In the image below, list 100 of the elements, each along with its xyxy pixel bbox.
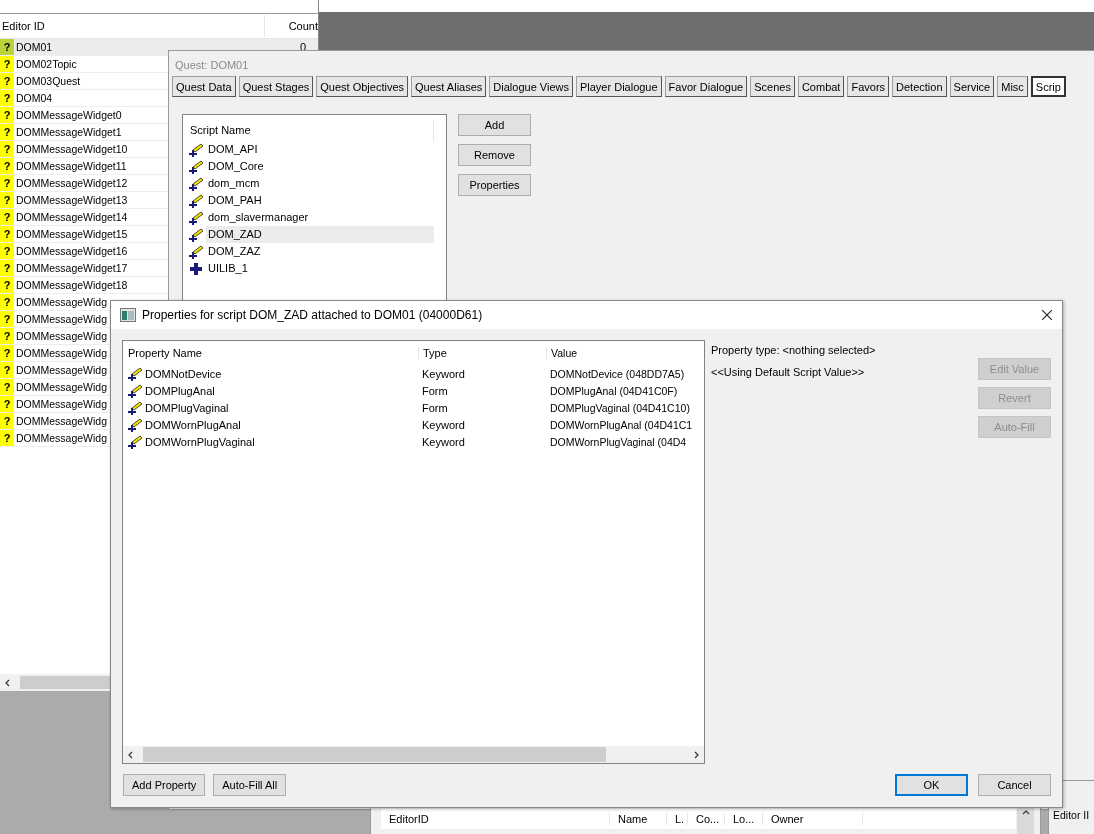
column-header[interactable]: Name [610,813,667,825]
button[interactable]: Remove [458,144,531,166]
property-name[interactable]: DOMPlugAnal [145,384,215,397]
column-header[interactable]: L. [667,813,688,825]
editor-id: DOM04 [16,92,53,104]
status-badge: ? [0,294,14,310]
script-name[interactable]: DOM_ZAD [206,226,434,243]
button[interactable]: Auto-Fill All [213,774,287,796]
column-header[interactable]: EditorID [381,813,610,825]
editor-id: DOMMessageWidg [16,398,108,410]
window-title: Quest: DOM01 [174,58,250,73]
editor-id: DOMMessageWidget15 [16,228,128,240]
editor-id: DOMMessageWidget0 [16,109,122,121]
editor-id: DOM03Quest [16,75,81,87]
column-header[interactable]: Owner [763,813,863,825]
column-header[interactable]: Count [264,20,318,32]
column-header[interactable]: Property Name [128,347,419,359]
property-name[interactable]: DOMWornPlugAnal [145,418,241,431]
close-icon[interactable] [1042,310,1052,320]
window-icon [120,308,136,322]
status-badge: ? [0,73,14,89]
status-badge: ? [0,362,14,378]
property-name[interactable]: DOMWornPlugVaginal [145,435,255,448]
property-value: DOMWornPlugVaginal (04D4 [549,435,688,448]
status-badge: ? [0,226,14,242]
tab[interactable]: Quest Data [172,76,236,97]
editor-id: DOMMessageWidget12 [16,177,128,189]
editor-id: DOMMessageWidget10 [16,143,128,155]
column-header[interactable]: Co... [688,813,725,825]
editor-id: DOMMessageWidg [16,364,108,376]
editor-id: DOMMessageWidg [16,330,108,342]
status-badge: ? [0,141,14,157]
editor-id: DOMMessageWidget1 [16,126,122,138]
button[interactable]: Add Property [123,774,206,796]
plus-icon [189,261,203,276]
status-badge: ? [0,396,14,412]
editor-id: DOMMessageWidget11 [16,160,127,172]
tab[interactable]: Quest Objectives [316,76,409,97]
status-badge: ? [0,430,14,446]
property-type-label: Property type: <nothing selected> [711,343,877,358]
pencil-plus-icon [189,244,203,259]
editor-id: DOMMessageWidg [16,347,108,359]
horizontal-scrollbar[interactable] [123,746,704,763]
editor-id: DOM02Topic [16,58,77,70]
status-badge: ? [0,158,14,174]
pencil-plus-icon [128,366,142,381]
status-badge: ? [0,107,14,123]
tab[interactable]: Quest Stages [238,76,314,97]
editor-id: DOMMessageWidg [16,313,108,325]
editor-id: DOMMessageWidg [16,381,108,393]
status-badge: ? [0,209,14,225]
cancel-button[interactable]: Cancel [978,774,1051,796]
property-type: Form [421,384,449,397]
editor-id: DOMMessageWidg [16,415,108,427]
status-badge: ? [0,90,14,106]
column-header[interactable]: Lo... [725,813,763,825]
tab[interactable]: Player Dialogue [575,76,662,97]
tab[interactable]: Favors [847,76,890,97]
property-value: DOMPlugAnal (04D41C0F) [549,384,679,397]
editor-id: DOMMessageWidg [16,296,108,308]
pencil-plus-icon [189,176,203,191]
status-badge: ? [0,311,14,327]
tab[interactable]: Service [949,76,995,97]
button[interactable]: Properties [458,174,531,196]
tab[interactable]: Favor Dialogue [664,76,748,97]
editor-id: DOM01 [16,41,53,53]
pencil-plus-icon [189,210,203,225]
tab[interactable]: Scrip [1030,76,1066,97]
property-type: Form [421,401,449,414]
editor-id: DOMMessageWidget14 [16,211,128,223]
property-name[interactable]: DOMPlugVaginal [145,401,229,414]
column-header[interactable]: Value [547,347,704,359]
editor-id: DOMMessageWidget16 [16,245,128,257]
tab[interactable]: Dialogue Views [489,76,573,97]
tab[interactable]: Quest Aliases [411,76,487,97]
status-badge: ? [0,124,14,140]
status-badge: ? [0,277,14,293]
column-header[interactable]: Editor ID [0,15,265,37]
pencil-plus-icon [189,159,203,174]
editor-id: DOMMessageWidget18 [16,279,128,291]
ok-button[interactable]: OK [895,774,968,796]
property-type: Keyword [421,418,466,431]
property-name[interactable]: DOMNotDevice [145,367,222,380]
property-type: Keyword [421,435,466,448]
tab[interactable]: Combat [797,76,845,97]
pencil-plus-icon [128,400,142,415]
status-badge: ? [0,243,14,259]
column-header[interactable]: Editor II [1053,809,1090,821]
status-badge: ? [0,56,14,72]
pencil-plus-icon [128,417,142,432]
pencil-plus-icon [128,434,142,449]
status-badge: ? [0,328,14,344]
button[interactable]: Add [458,114,531,136]
column-header[interactable]: Script Name [190,124,251,136]
column-header[interactable]: Type [419,347,547,359]
tab[interactable]: Misc [997,76,1028,97]
tab[interactable]: Scenes [750,76,795,97]
tab[interactable]: Detection [892,76,947,97]
editor-id: DOMMessageWidget13 [16,194,128,206]
pencil-plus-icon [189,193,203,208]
